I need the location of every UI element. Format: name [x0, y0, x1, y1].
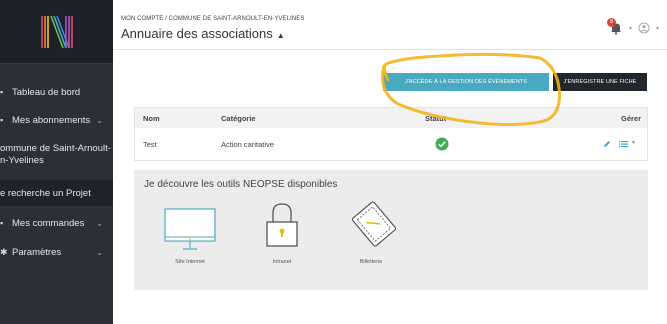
notifications-button[interactable]: 8	[606, 18, 623, 35]
breadcrumb[interactable]: MON COMPTE / COMMUNE DE SAINT-ARNOULT-EN…	[121, 16, 304, 22]
ticket-icon[interactable]	[352, 200, 396, 248]
column-header-gerer: Gérer	[621, 114, 642, 123]
events-management-button[interactable]: J'ACCÈDE À LA GESTION DES ÉVÉNEMENTS	[383, 73, 549, 91]
associations-table: Nom Catégorie Statut Gérer Test Action c…	[134, 107, 648, 161]
tool-label-site-internet: Site Internet	[175, 259, 205, 265]
dashboard-icon: ▪	[0, 87, 4, 97]
settings-icon: ✱	[0, 246, 8, 257]
cell-categorie: Action caritative	[221, 140, 274, 149]
tool-label-billetterie: Billetterie	[359, 259, 383, 265]
sidebar-item-recherche-projet[interactable]: e recherche un Projet	[0, 180, 113, 206]
chevron-down-icon[interactable]: ▾	[632, 139, 635, 146]
sidebar-item-parametres[interactable]: ✱ Paramètres ⌄	[0, 244, 113, 260]
sidebar-item-label: n-Yvelines	[0, 155, 44, 166]
monitor-icon[interactable]	[164, 208, 216, 252]
cell-nom: Test	[143, 140, 157, 149]
notification-badge: 8	[606, 18, 616, 27]
sidebar-item-mes-commandes[interactable]: ▪ Mes commandes ⌄	[0, 215, 113, 231]
user-avatar-icon[interactable]	[638, 22, 650, 34]
sidebar-item-tableau-de-bord[interactable]: ▪ Tableau de bord	[0, 84, 113, 100]
chevron-down-icon: ⌄	[96, 115, 103, 125]
sidebar-item-mes-abonnements[interactable]: ▪ Mes abonnements ⌄	[0, 112, 113, 128]
sidebar-item-label: ommune de Saint-Arnoult-	[0, 143, 111, 154]
column-header-categorie[interactable]: Catégorie	[221, 114, 256, 123]
subscriptions-icon: ▪	[0, 115, 4, 125]
brand-logo[interactable]	[0, 0, 113, 64]
column-header-nom[interactable]: Nom	[143, 114, 160, 123]
page-title[interactable]: Annuaire des associations ▲	[121, 26, 285, 41]
register-sheet-button[interactable]: J'ENREGISTRE UNE FICHE	[553, 73, 647, 91]
top-header: MON COMPTE / COMMUNE DE SAINT-ARNOULT-EN…	[113, 0, 667, 50]
sidebar-item-commune[interactable]: ommune de Saint-Arnoult- n-Yvelines	[0, 143, 113, 171]
tool-label-intranet: Intranet	[272, 259, 292, 265]
table-header: Nom Catégorie Statut Gérer	[135, 108, 647, 128]
chevron-down-icon[interactable]: ▾	[656, 25, 659, 32]
edit-pencil-icon[interactable]	[603, 140, 611, 148]
orders-icon: ▪	[0, 218, 4, 228]
padlock-icon[interactable]	[265, 202, 299, 248]
chevron-down-icon[interactable]: ▾	[629, 25, 632, 32]
caret-up-icon: ▲	[276, 31, 285, 40]
column-header-statut[interactable]: Statut	[425, 114, 446, 123]
neopse-tools-card: Je découvre les outils NEOPSE disponible…	[134, 170, 648, 290]
chevron-down-icon: ⌄	[96, 247, 103, 257]
chevron-down-icon: ⌄	[96, 218, 103, 228]
list-menu-icon[interactable]	[619, 140, 629, 148]
sidebar: ▪ Tableau de bord ▪ Mes abonnements ⌄ om…	[0, 0, 113, 324]
table-row[interactable]: Test Action caritative ▾	[135, 128, 647, 160]
status-check-icon	[435, 137, 449, 151]
tools-title: Je découvre les outils NEOPSE disponible…	[144, 179, 338, 190]
n-logo-icon	[40, 15, 73, 48]
